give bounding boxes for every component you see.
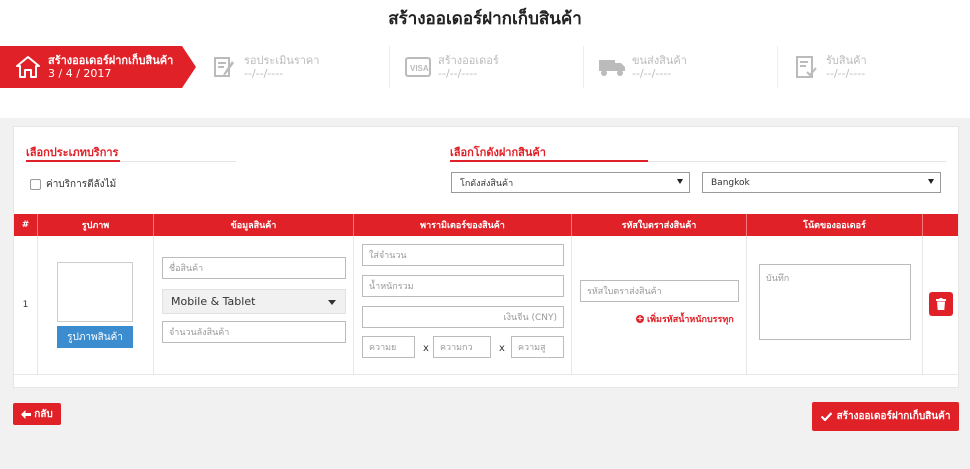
col-actions — [923, 214, 958, 236]
page-title: สร้างออเดอร์ฝากเก็บสินค้า — [388, 9, 582, 29]
col-parameters: พารามิเตอร์ของสินค้า — [354, 214, 572, 236]
edit-form-icon — [210, 53, 238, 81]
trash-icon — [936, 298, 946, 310]
warehouse-select[interactable]: โกดังส่งสินค้า — [451, 172, 690, 193]
col-index: # — [14, 214, 38, 236]
visa-card-icon: VISA — [404, 53, 432, 81]
dim-separator: x — [423, 343, 429, 354]
step-date: --/--/---- — [244, 67, 284, 80]
checkbox-box[interactable] — [30, 179, 41, 190]
check-icon — [820, 412, 832, 421]
height-input[interactable]: ความสู — [511, 336, 564, 358]
caret-down-icon — [677, 179, 683, 184]
step-date: --/--/---- — [632, 67, 672, 80]
tracking-number-input[interactable]: รหัสใบตราส่งสินค้า — [580, 280, 739, 302]
checklist-icon — [792, 53, 820, 81]
home-icon — [14, 53, 42, 81]
col-image: รูปภาพ — [38, 214, 154, 236]
wood-crate-checkbox[interactable]: ค่าบริการตีลังไม้ — [30, 177, 116, 192]
step-price-estimate: รอประเมินราคา --/--/---- — [196, 46, 390, 88]
product-image-preview — [57, 262, 133, 322]
amount-input[interactable]: ใส่จำนวน — [362, 244, 564, 266]
price-cny-input[interactable]: เงินจีน (CNY) — [362, 306, 564, 328]
step-date: 3 / 4 / 2017 — [48, 67, 112, 80]
product-name-input[interactable]: ชื่อสินค้า — [162, 257, 346, 279]
width-input[interactable]: ความย — [362, 336, 415, 358]
back-button[interactable]: กลับ — [13, 403, 61, 425]
step-name: สร้างออเดอร์ — [438, 53, 499, 67]
note-cell: บันทึก — [747, 236, 923, 374]
actions-cell — [923, 236, 958, 374]
step-date: --/--/---- — [438, 67, 478, 80]
delete-row-button[interactable] — [929, 292, 953, 316]
add-tracking-link[interactable]: + เพิ่มรหัสน้ำหนักบรรทุก — [636, 312, 734, 326]
upload-image-button[interactable]: รูปภาพสินค้า — [57, 326, 133, 348]
warehouse-heading: เลือกโกดังฝากสินค้า — [450, 146, 546, 159]
step-name: ขนส่งสินค้า — [632, 53, 687, 67]
city-select[interactable]: Bangkok — [702, 172, 941, 193]
step-date: --/--/---- — [826, 67, 866, 80]
length-input[interactable]: ความกว — [433, 336, 491, 358]
step-name: รอประเมินราคา — [244, 53, 320, 67]
col-note: โน้ตของออเดอร์ — [747, 214, 923, 236]
step-name: สร้างออเดอร์ฝากเก็บสินค้า — [48, 53, 174, 67]
create-order-button[interactable]: สร้างออเดอร์ฝากเก็บสินค้า — [812, 402, 959, 431]
row-index: 1 — [14, 236, 38, 374]
checkbox-label: ค่าบริการตีลังไม้ — [46, 179, 117, 190]
service-underline — [26, 160, 120, 162]
svg-text:VISA: VISA — [410, 64, 429, 73]
warehouse-underline — [450, 160, 648, 162]
step-create: VISA สร้างออเดอร์ --/--/---- — [390, 46, 584, 88]
progress-steps: สร้างออเดอร์ฝากเก็บสินค้า 3 / 4 / 2017 ร… — [0, 46, 970, 88]
tracking-cell: รหัสใบตราส่งสินค้า + เพิ่มรหัสน้ำหนักบรร… — [572, 236, 747, 374]
parameters-cell: ใส่จำนวน น้ำหนักรวม เงินจีน (CNY) ความย … — [354, 236, 572, 374]
box-quantity-input[interactable]: จำนวนลังสินค้า — [162, 321, 346, 343]
total-weight-input[interactable]: น้ำหนักรวม — [362, 275, 564, 297]
plus-circle-icon: + — [636, 314, 644, 323]
table-header: # รูปภาพ ข้อมูลสินค้า พารามิเตอร์ของสินค… — [14, 214, 958, 236]
image-cell: รูปภาพสินค้า — [38, 236, 154, 374]
arrow-left-icon — [21, 409, 32, 419]
caret-down-icon — [328, 300, 336, 305]
truck-icon — [598, 53, 626, 81]
create-order-label: สร้างออเดอร์ฝากเก็บสินค้า — [836, 411, 951, 422]
order-note-textarea[interactable]: บันทึก — [759, 264, 911, 340]
step-create-order: สร้างออเดอร์ฝากเก็บสินค้า 3 / 4 / 2017 — [0, 46, 196, 88]
table-row: 1 รูปภาพสินค้า ชื่อสินค้า Mobile & Table… — [14, 236, 958, 375]
service-heading: เลือกประเภทบริการ — [26, 146, 119, 159]
select-value: Bangkok — [711, 177, 750, 188]
step-receive: รับสินค้า --/--/---- — [778, 46, 970, 88]
product-cell: ชื่อสินค้า Mobile & Tablet จำนวนลังสินค้… — [154, 236, 354, 374]
col-product: ข้อมูลสินค้า — [154, 214, 354, 236]
caret-down-icon — [928, 179, 934, 184]
category-select[interactable]: Mobile & Tablet — [162, 289, 346, 314]
add-tracking-label: เพิ่มรหัสน้ำหนักบรรทุก — [647, 315, 734, 325]
step-name: รับสินค้า — [826, 53, 867, 67]
dim-separator: x — [499, 343, 505, 354]
step-shipping: ขนส่งสินค้า --/--/---- — [584, 46, 778, 88]
order-form-panel: เลือกประเภทบริการ ค่าบริการตีลังไม้ เลือ… — [13, 126, 959, 388]
select-value: Mobile & Tablet — [171, 295, 256, 308]
col-tracking: รหัสใบตราส่งสินค้า — [572, 214, 747, 236]
select-value: โกดังส่งสินค้า — [460, 178, 514, 189]
back-label: กลับ — [34, 408, 53, 420]
